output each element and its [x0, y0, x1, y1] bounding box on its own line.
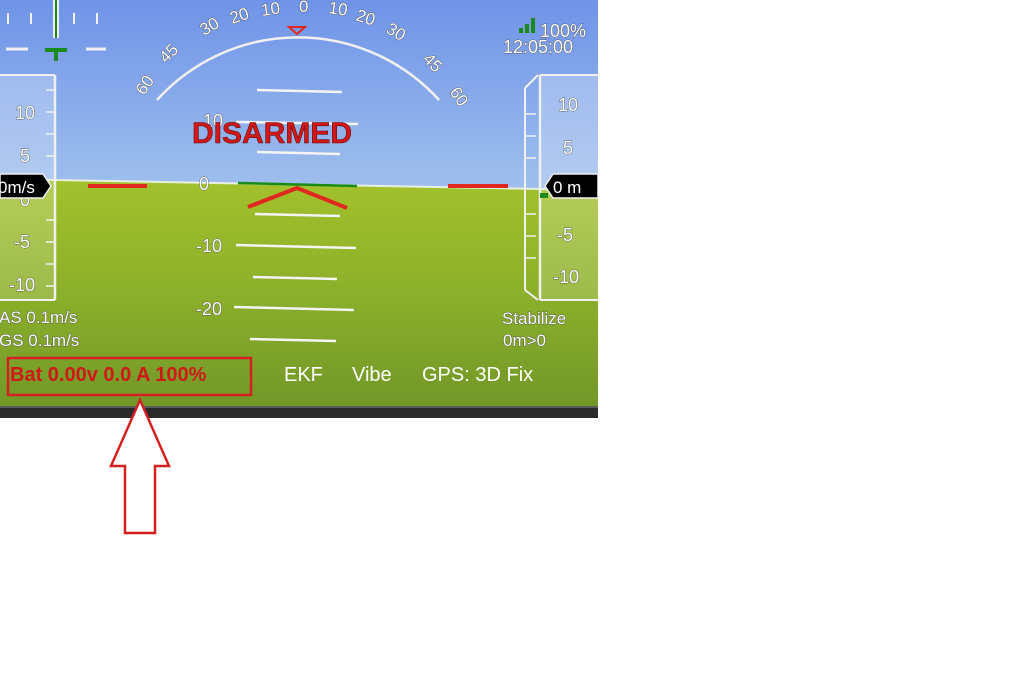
pitch-label: 0 — [199, 174, 209, 194]
alt-tick-label: -10 — [553, 267, 579, 287]
roll-tick-label: 10 — [327, 0, 348, 20]
waypoint-label: 0m>0 — [503, 331, 546, 350]
airspeed-label: AS 0.1m/s — [0, 308, 77, 327]
pitch-label: -20 — [196, 299, 222, 319]
arm-state-label: DISARMED — [192, 117, 352, 150]
roll-tick-label: 10 — [260, 0, 281, 20]
wing-marker-left — [88, 184, 147, 188]
speed-tape: 10 5 0 -5 -10 0m/s — [0, 74, 57, 301]
wing-marker-right — [448, 184, 508, 188]
speed-tick-label: 5 — [20, 146, 30, 166]
speed-tick-label: 10 — [15, 103, 35, 123]
alt-tick-label: 10 — [558, 95, 578, 115]
pitch-label: -10 — [196, 236, 222, 256]
speed-tick-label: -10 — [9, 275, 35, 295]
hud-bottom-bar — [0, 408, 598, 418]
hud-canvas: 60 45 30 20 10 0 10 20 30 45 60 10 0 -10… — [0, 0, 598, 418]
battery-status: Bat 0.00v 0.0 A 100% — [10, 364, 207, 386]
vibe-status[interactable]: Vibe — [352, 364, 392, 386]
flight-mode-label: Stabilize — [502, 309, 566, 328]
clock: 12:05:00 — [503, 37, 573, 57]
gps-status: GPS: 3D Fix — [422, 364, 533, 386]
up-arrow-icon — [109, 396, 171, 535]
alt-tick-label: -5 — [557, 225, 573, 245]
speed-readout: 0m/s — [0, 178, 35, 197]
alt-tick-label: 5 — [563, 138, 573, 158]
roll-tick-label: 0 — [299, 0, 308, 16]
altitude-readout: 0 m — [553, 178, 581, 197]
groundspeed-label: GS 0.1m/s — [0, 331, 79, 350]
speed-tick-label: -5 — [14, 232, 30, 252]
hud-display: 60 45 30 20 10 0 10 20 30 45 60 10 0 -10… — [0, 0, 598, 418]
ekf-status[interactable]: EKF — [284, 364, 323, 386]
